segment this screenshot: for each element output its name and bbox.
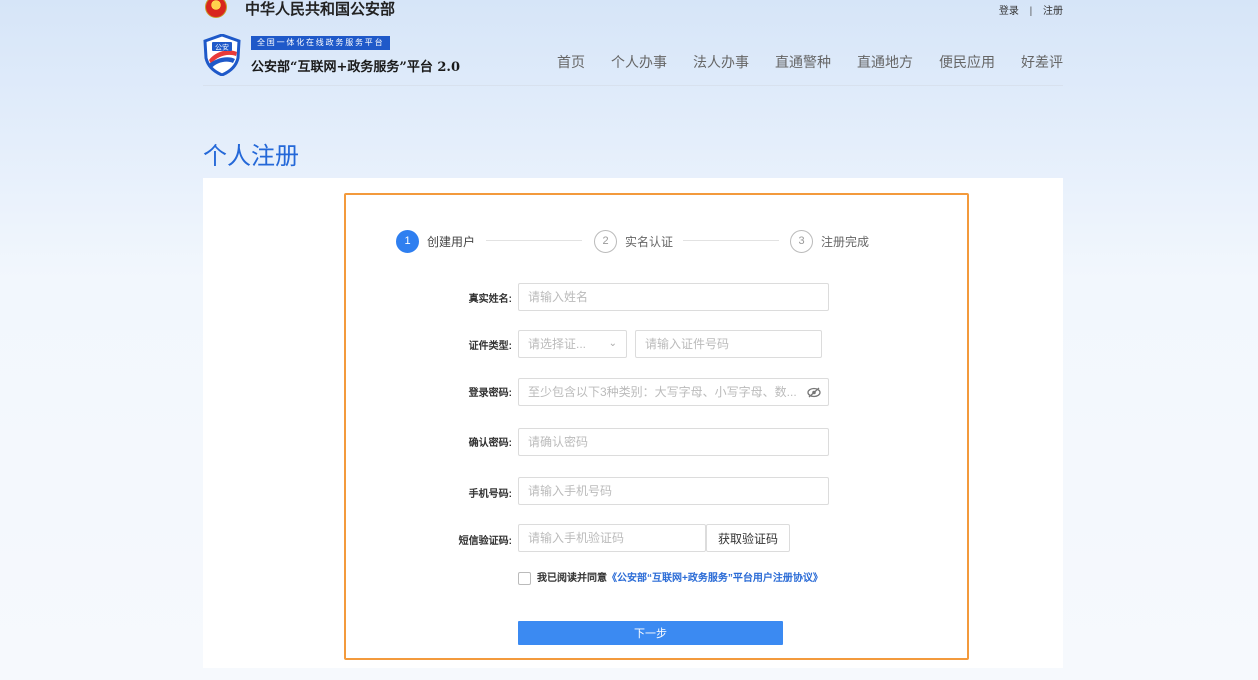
step-divider <box>683 240 779 241</box>
idnumber-input[interactable] <box>635 330 822 358</box>
agree-checkbox[interactable] <box>518 572 531 585</box>
nav-rating[interactable]: 好差评 <box>1021 52 1063 72</box>
agreement-link[interactable]: 《公安部“互联网+政务服务”平台用户注册协议》 <box>607 573 823 584</box>
chevron-down-icon: ⌄ <box>608 338 617 349</box>
password-label: 登录密码: <box>468 388 512 399</box>
platform-banner: 全国一体化在线政务服务平台 <box>251 36 391 50</box>
main-nav: 首页 个人办事 法人办事 直通警种 直通地方 便民应用 好差评 <box>531 52 1063 72</box>
nav-local[interactable]: 直通地方 <box>857 52 913 72</box>
confirm-label: 确认密码: <box>468 438 512 449</box>
step-label: 创建用户 <box>427 234 476 249</box>
register-link[interactable]: 注册 <box>1043 6 1063 17</box>
nav-convenience[interactable]: 便民应用 <box>939 52 995 72</box>
idtype-label: 证件类型: <box>468 341 512 352</box>
top-links: 登录 | 注册 <box>999 2 1063 17</box>
step-label: 实名认证 <box>625 234 674 249</box>
agree-text: 我已阅读并同意《公安部“互联网+政务服务”平台用户注册协议》 <box>537 571 837 587</box>
platform-name: 公安部“互联网+政务服务”平台 2.0 <box>251 60 460 75</box>
sms-label: 短信验证码: <box>458 536 512 547</box>
password-input[interactable] <box>518 378 829 406</box>
national-emblem-icon <box>205 0 227 18</box>
step-divider <box>486 240 582 241</box>
step-number: 3 <box>790 229 813 253</box>
step-label: 注册完成 <box>821 234 870 249</box>
get-code-button[interactable]: 获取验证码 <box>706 524 790 552</box>
site-header: 公安 全国一体化在线政务服务平台 公安部“互联网+政务服务”平台 2.0 首页 … <box>203 32 1063 86</box>
nav-home[interactable]: 首页 <box>557 52 585 72</box>
idtype-placeholder: 请选择证... <box>528 337 587 351</box>
police-shield-logo[interactable]: 公安 <box>203 34 241 76</box>
nav-corporate[interactable]: 法人办事 <box>693 52 749 72</box>
name-label: 真实姓名: <box>468 294 512 305</box>
step-verify: 2 实名认证 <box>594 229 673 253</box>
step-create-user: 1 创建用户 <box>396 229 475 253</box>
agree-prefix: 我已阅读并同意 <box>537 573 607 584</box>
top-bar: 中华人民共和国公安部 登录 | 注册 <box>0 0 1258 22</box>
step-indicator: 1 创建用户 2 实名认证 3 注册完成 <box>396 229 896 253</box>
shield-text: 公安 <box>215 43 229 52</box>
page-title: 个人注册 <box>203 143 299 170</box>
phone-input[interactable] <box>518 477 829 505</box>
eye-slash-icon[interactable] <box>807 387 821 398</box>
gov-title: 中华人民共和国公安部 <box>245 1 396 18</box>
idtype-select[interactable]: 请选择证... ⌄ <box>518 330 627 358</box>
next-step-button[interactable]: 下一步 <box>518 621 783 645</box>
phone-label: 手机号码: <box>468 489 512 500</box>
step-complete: 3 注册完成 <box>790 229 869 253</box>
step-number: 1 <box>396 229 419 253</box>
confirm-password-input[interactable] <box>518 428 829 456</box>
name-input[interactable] <box>518 283 829 311</box>
nav-personal[interactable]: 个人办事 <box>611 52 667 72</box>
nav-police-types[interactable]: 直通警种 <box>775 52 831 72</box>
link-separator: | <box>1029 6 1033 17</box>
login-link[interactable]: 登录 <box>999 6 1019 17</box>
step-number: 2 <box>594 229 617 253</box>
sms-code-input[interactable] <box>518 524 706 552</box>
